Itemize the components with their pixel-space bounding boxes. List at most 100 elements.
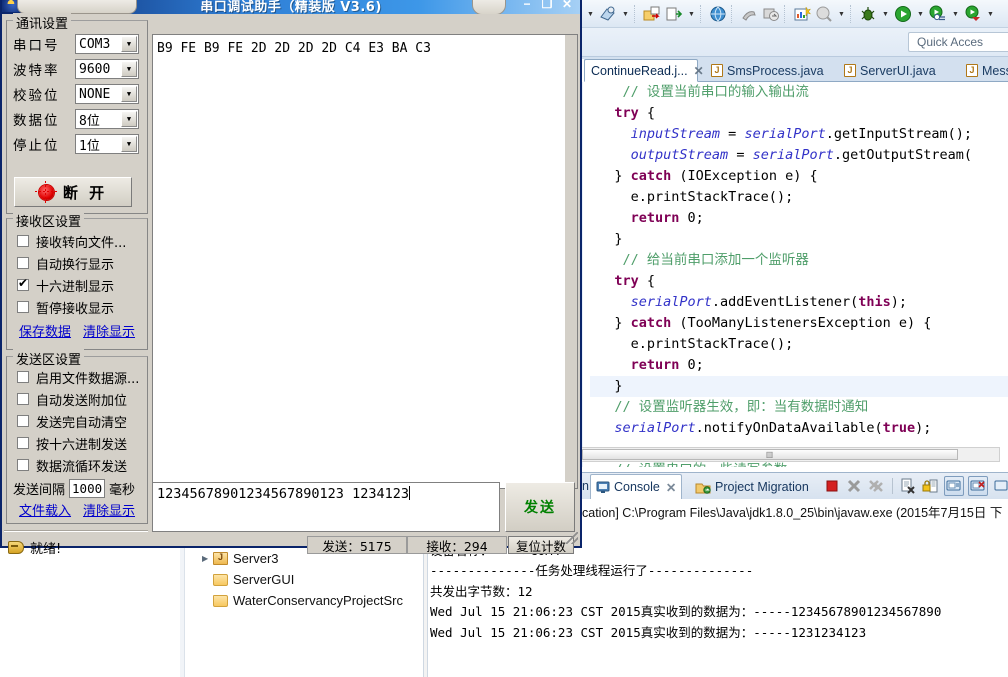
- chevron-down-icon[interactable]: ▼: [121, 86, 137, 102]
- tab-project-migration[interactable]: Project Migration: [690, 474, 814, 499]
- scrollbar-thumb[interactable]: ▥: [582, 449, 958, 460]
- tab-serverui[interactable]: J ServerUI.java: [838, 59, 942, 82]
- tree-item-server3[interactable]: ▶ Server3: [202, 548, 279, 569]
- run-icon[interactable]: [892, 2, 914, 26]
- checkbox-box[interactable]: [17, 437, 29, 449]
- checkbox-pause-receive[interactable]: 暂停接收显示: [17, 297, 114, 317]
- expand-triangle-icon[interactable]: ▶: [202, 554, 213, 563]
- chevron-down-icon[interactable]: ▼: [914, 2, 927, 26]
- code-token: 0;: [679, 357, 704, 373]
- checkbox-box[interactable]: [17, 371, 29, 383]
- tab-continueread[interactable]: ContinueRead.j... ✕: [584, 59, 704, 82]
- chevron-down-icon[interactable]: ▼: [879, 2, 892, 26]
- disconnect-button[interactable]: 断 开: [14, 177, 132, 207]
- stop-bits-select[interactable]: 1位 ▼: [75, 134, 139, 154]
- checkbox-auto-wrap[interactable]: 自动换行显示: [17, 253, 114, 273]
- clear-send-display-link[interactable]: 清除显示: [83, 500, 135, 519]
- checkbox-box[interactable]: [17, 257, 29, 269]
- build-icon[interactable]: [738, 2, 760, 26]
- code-line: } catch (TooManyListenersException e) {: [590, 313, 1008, 334]
- reset-counter-button[interactable]: 复位计数: [508, 536, 574, 554]
- tab-message[interactable]: J Mess: [960, 59, 1008, 82]
- maximize-button[interactable]: ❐: [538, 0, 556, 11]
- file-load-link[interactable]: 文件载入: [19, 500, 71, 519]
- checkbox-loop-send[interactable]: 数据流循环发送: [17, 455, 127, 475]
- run-history-icon[interactable]: [927, 2, 949, 26]
- code-token: serialPort: [614, 420, 696, 436]
- minimize-button[interactable]: −: [518, 0, 536, 11]
- chevron-down-icon[interactable]: ▼: [984, 2, 997, 26]
- data-bits-select[interactable]: 8位 ▼: [75, 109, 139, 129]
- display-console-icon[interactable]: [968, 476, 988, 496]
- chevron-down-icon[interactable]: ▼: [584, 2, 597, 26]
- receive-display-area[interactable]: B9 FE B9 FE 2D 2D 2D 2D C4 E3 BA C3: [152, 34, 577, 489]
- chevron-down-icon[interactable]: ▼: [619, 2, 632, 26]
- close-button[interactable]: ✕: [558, 0, 576, 11]
- tab-smsprocess[interactable]: J SmsProcess.java: [705, 59, 830, 82]
- tree-item-waterconservancy[interactable]: WaterConservancyProjectSrc: [213, 590, 403, 611]
- checkbox-enable-file-source[interactable]: 启用文件数据源...: [17, 367, 139, 387]
- checkbox-box[interactable]: [17, 415, 29, 427]
- chevron-down-icon[interactable]: ▼: [121, 61, 137, 77]
- code-token: try: [614, 105, 639, 121]
- resize-grip[interactable]: [566, 532, 578, 544]
- send-settings-group: 发送区设置 启用文件数据源... 自动发送附加位 发送完自动清空 按十六进制发送: [6, 349, 148, 524]
- chevron-down-icon[interactable]: ▼: [121, 136, 137, 152]
- code-token: outputStream: [630, 147, 729, 163]
- checkbox-box[interactable]: [17, 459, 29, 471]
- tree-item-servergui[interactable]: ServerGUI: [213, 569, 294, 590]
- send-button[interactable]: 发送: [505, 482, 575, 532]
- checkbox-box[interactable]: [17, 301, 29, 313]
- quick-access-input[interactable]: Quick Acces: [908, 32, 1008, 52]
- debug-icon[interactable]: [857, 2, 879, 26]
- chevron-down-icon[interactable]: ▼: [121, 111, 137, 127]
- clear-receive-display-link[interactable]: 清除显示: [83, 321, 135, 340]
- pin-console-icon[interactable]: [944, 476, 964, 496]
- java-project-icon: [213, 552, 228, 565]
- checkbox-box[interactable]: [17, 393, 29, 405]
- serial-title-bar[interactable]: 串口调试助手（精装版 V3.6) − ❐ ✕: [2, 0, 580, 14]
- chevron-down-icon[interactable]: ▼: [835, 2, 848, 26]
- save-data-link[interactable]: 保存数据: [19, 321, 71, 340]
- code-editor[interactable]: // 设置当前串口的输入输出流 try { inputStream = seri…: [580, 82, 1008, 467]
- checkbox-auto-append[interactable]: 自动发送附加位: [17, 389, 127, 409]
- checkbox-hex-send[interactable]: 按十六进制发送: [17, 433, 127, 453]
- serial-debug-window[interactable]: 串口调试助手（精装版 V3.6) − ❐ ✕ 通讯设置 串口号 COM3 ▼: [0, 0, 582, 557]
- checkbox-box[interactable]: [17, 276, 29, 291]
- scroll-lock-icon[interactable]: [922, 478, 938, 494]
- new-java-package-icon[interactable]: [641, 2, 663, 26]
- send-interval-input[interactable]: 1000: [69, 478, 106, 498]
- send-input-area[interactable]: 12345678901234567890123 1234123: [152, 482, 500, 532]
- window-controls[interactable]: − ❐ ✕: [506, 0, 576, 12]
- terminate-icon[interactable]: [824, 478, 840, 494]
- clear-console-icon[interactable]: [900, 478, 916, 494]
- chevron-down-icon[interactable]: ▼: [685, 2, 698, 26]
- remove-all-launches-icon[interactable]: [868, 478, 884, 494]
- com-port-select[interactable]: COM3 ▼: [75, 34, 139, 54]
- remove-launch-icon[interactable]: [846, 478, 862, 494]
- close-icon[interactable]: ✕: [666, 480, 676, 495]
- receive-scrollbar[interactable]: [565, 34, 578, 489]
- new-chart-icon[interactable]: [791, 2, 813, 26]
- chevron-down-icon[interactable]: ▼: [121, 36, 137, 52]
- checkbox-clear-after-send[interactable]: 发送完自动清空: [17, 411, 127, 431]
- code-token: 0;: [679, 210, 704, 226]
- open-type-icon[interactable]: [597, 2, 619, 26]
- checkbox-hex-display[interactable]: 十六进制显示: [17, 275, 114, 295]
- open-console-icon[interactable]: [994, 478, 1008, 494]
- editor-horizontal-scrollbar[interactable]: ▥: [580, 447, 1000, 462]
- connection-led-icon: [34, 180, 58, 204]
- coverage-icon[interactable]: [962, 2, 984, 26]
- chevron-down-icon[interactable]: ▼: [949, 2, 962, 26]
- refresh-icon[interactable]: [760, 2, 782, 26]
- tab-console[interactable]: Console ✕: [590, 474, 683, 499]
- close-icon[interactable]: ✕: [694, 64, 704, 78]
- checkbox-box[interactable]: [17, 235, 29, 247]
- export-icon[interactable]: [663, 2, 685, 26]
- checkbox-recv-to-file[interactable]: 接收转向文件...: [17, 231, 126, 251]
- open-web-browser-icon[interactable]: [707, 2, 729, 26]
- search-icon[interactable]: [813, 2, 835, 26]
- parity-select[interactable]: NONE ▼: [75, 84, 139, 104]
- baud-rate-select[interactable]: 9600 ▼: [75, 59, 139, 79]
- code-token: =: [720, 126, 745, 142]
